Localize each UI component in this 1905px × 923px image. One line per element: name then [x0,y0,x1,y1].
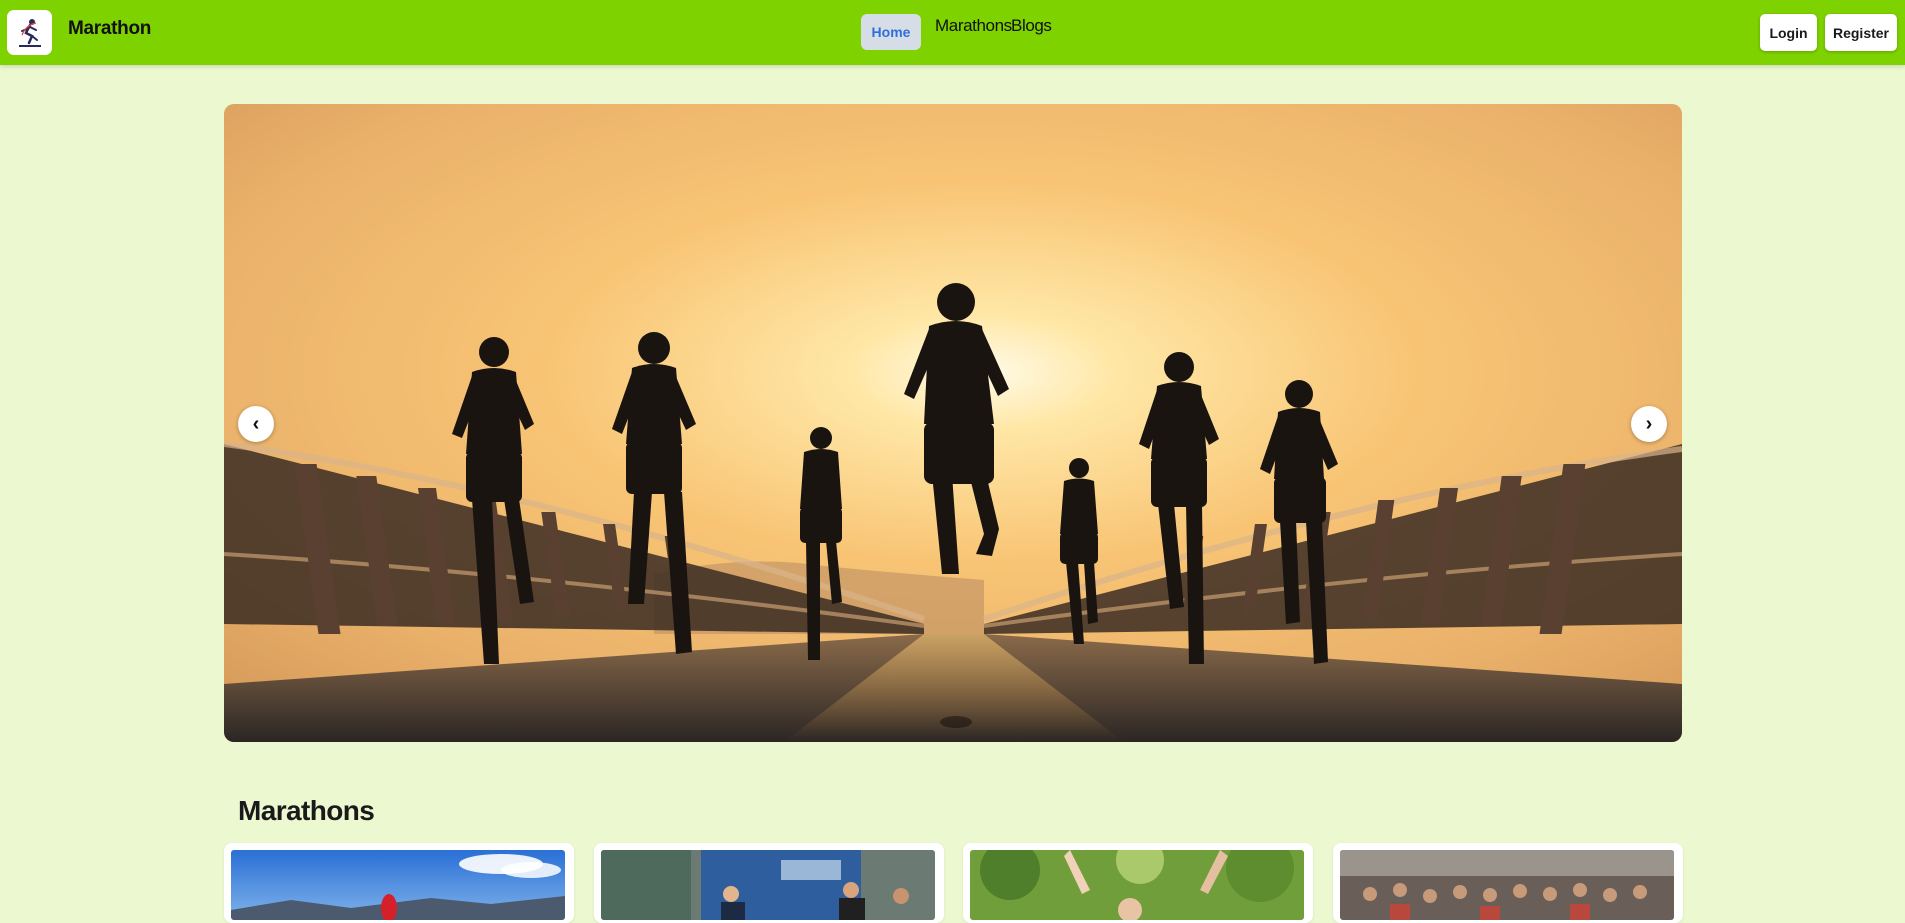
nav-link-blogs[interactable]: Blogs [1011,16,1052,36]
marathon-card[interactable] [594,843,944,923]
running-logo-icon [11,14,48,51]
marathon-card[interactable] [963,843,1313,923]
logo[interactable] [7,10,52,55]
marathon-card[interactable] [224,843,574,923]
hero-slider [224,104,1682,742]
brand-name[interactable]: Marathon [68,18,151,40]
login-button[interactable]: Login [1760,14,1817,51]
marathon-card-image [601,850,935,920]
marathon-card[interactable] [1333,843,1683,923]
slider-next-button[interactable]: › [1631,406,1667,442]
marathon-card-image [1340,850,1674,920]
marathon-card-image [231,850,565,920]
slider-prev-button[interactable]: ‹ [238,406,274,442]
register-button[interactable]: Register [1825,14,1897,51]
hero-image [224,104,1682,742]
top-navbar: Marathon Home Marathons Blogs Login Regi… [0,0,1905,65]
nav-link-home[interactable]: Home [861,14,921,50]
nav-link-marathons[interactable]: Marathons [935,16,1012,36]
marathons-section-title: Marathons [238,795,375,826]
marathon-card-image [970,850,1304,920]
